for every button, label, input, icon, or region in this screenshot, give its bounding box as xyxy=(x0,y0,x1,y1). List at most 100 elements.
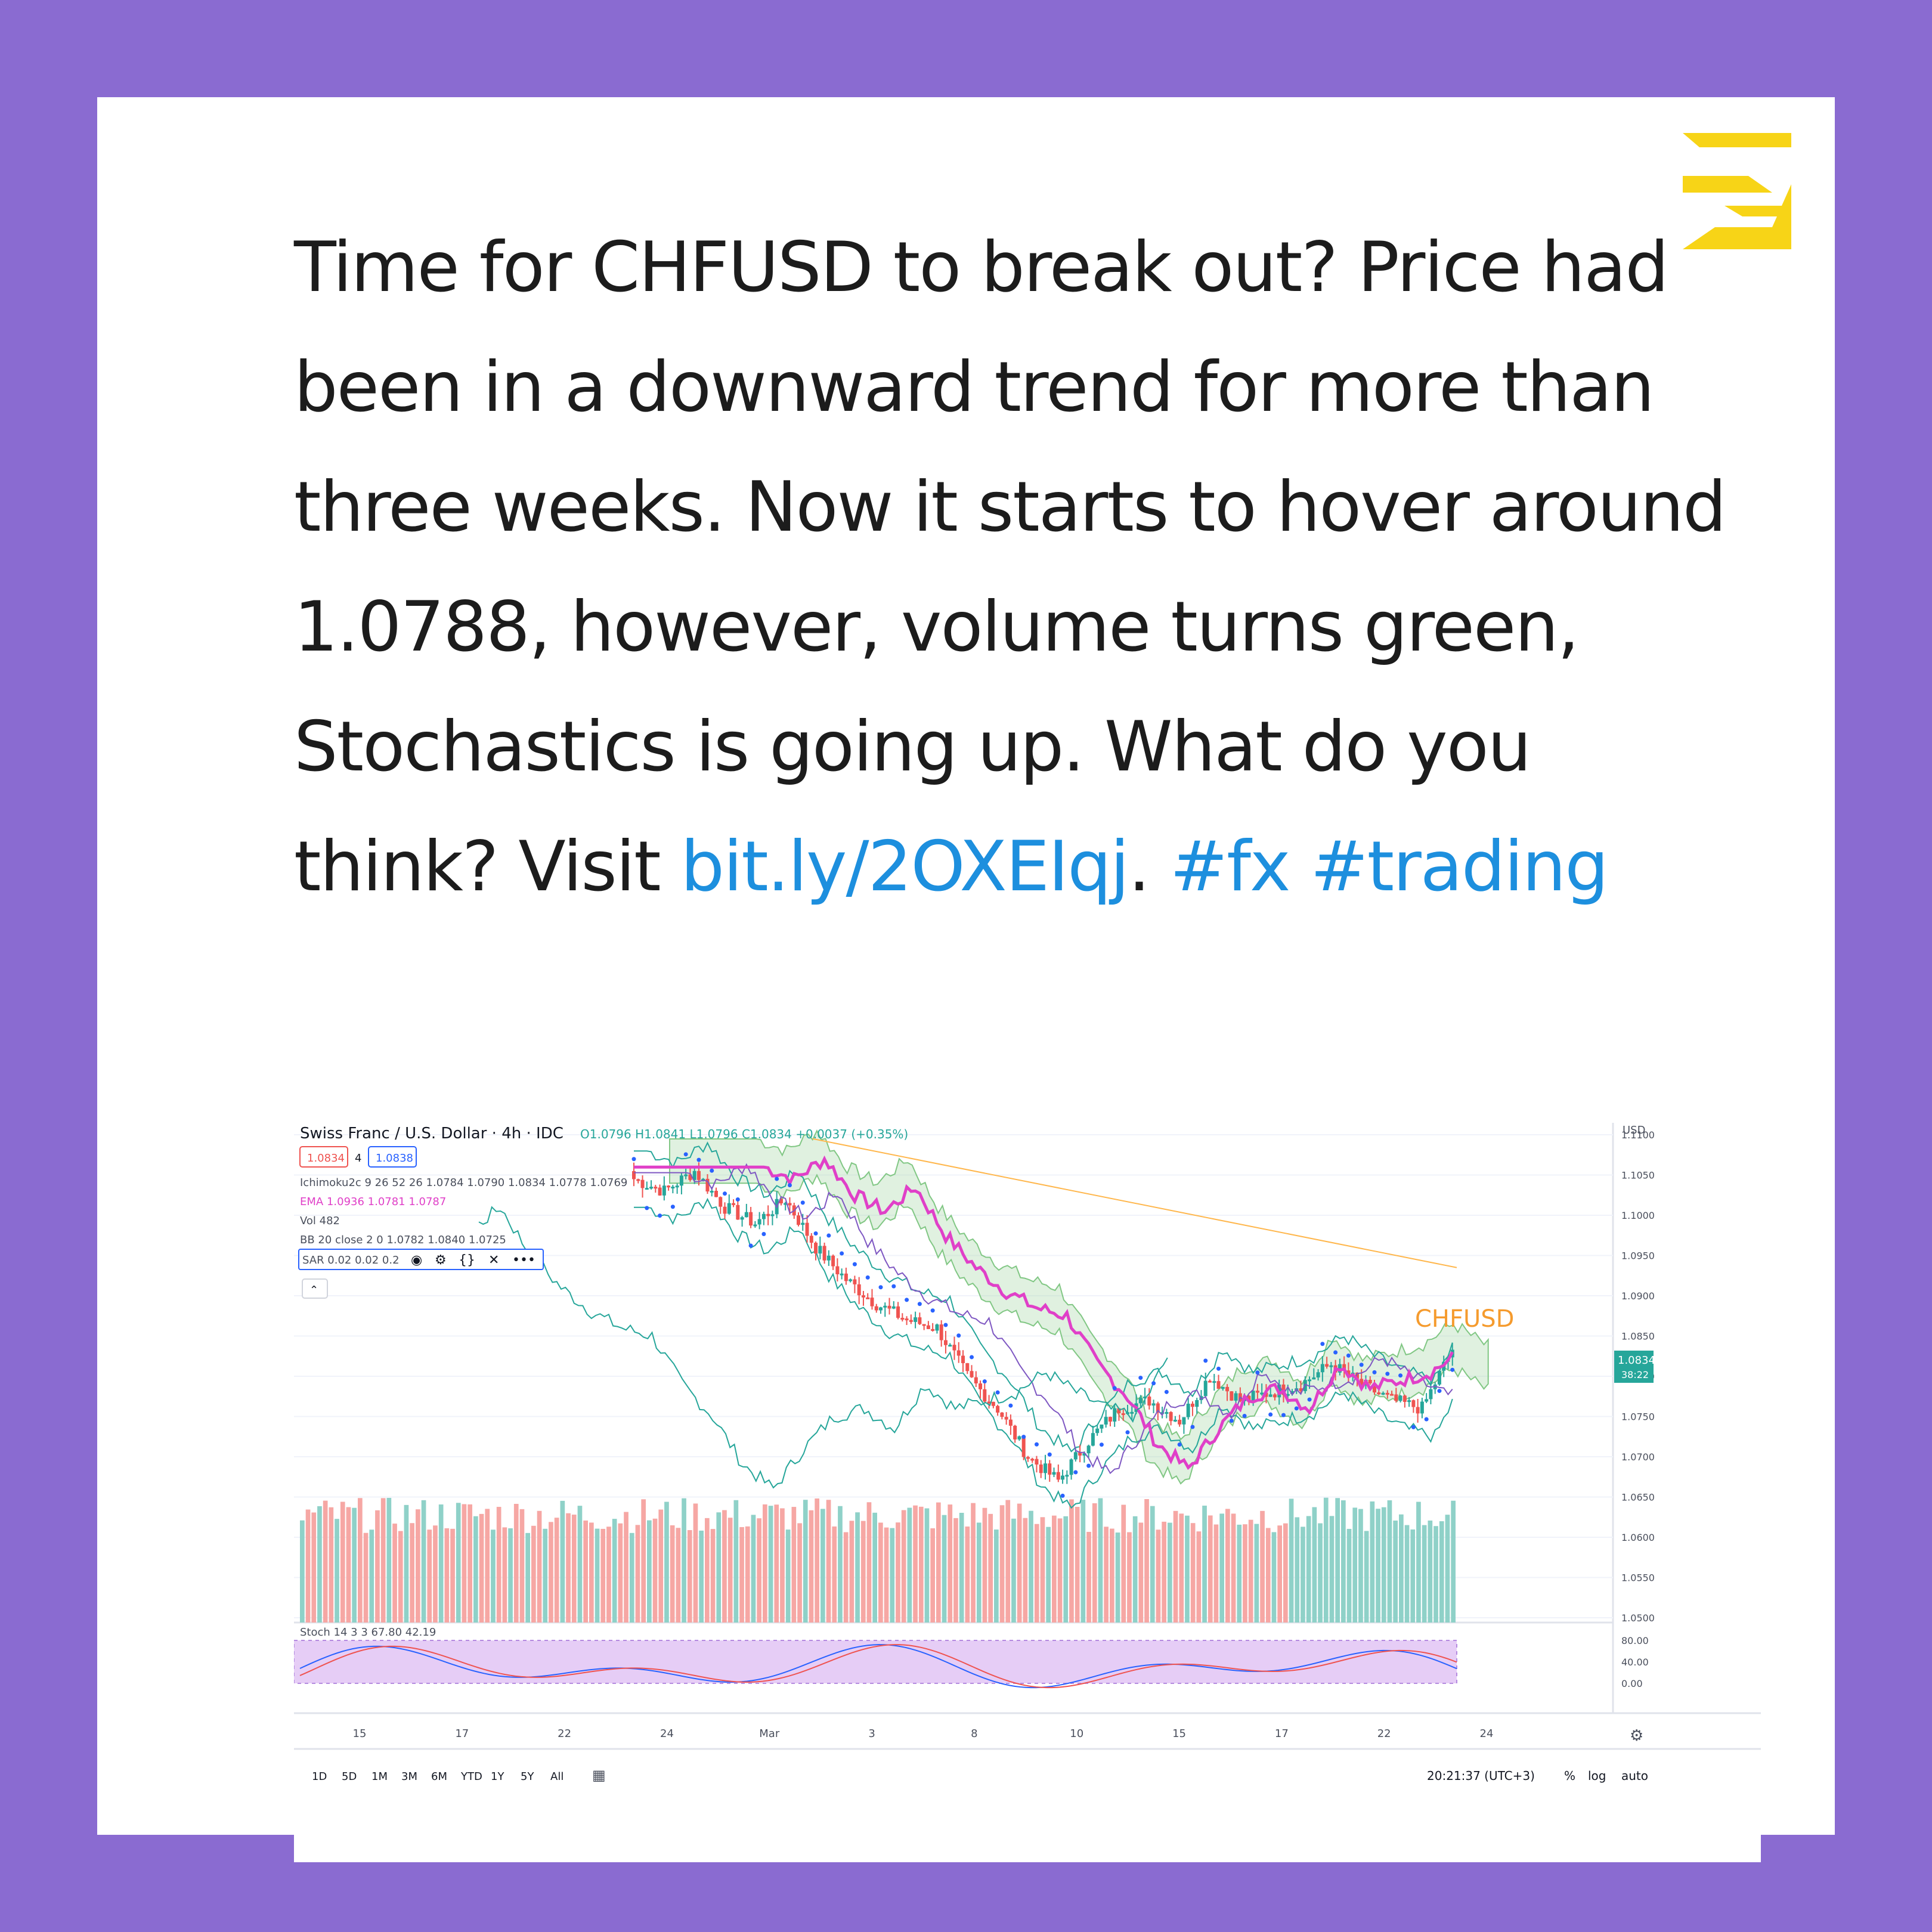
volume-bar xyxy=(901,1510,906,1623)
volume-bar xyxy=(629,1532,634,1623)
volume-bar xyxy=(664,1501,669,1623)
sar-dot xyxy=(995,1390,1000,1395)
sar-dot xyxy=(813,1231,818,1236)
volume-bar xyxy=(1381,1507,1386,1623)
scale-percent[interactable]: % xyxy=(1564,1769,1575,1783)
hashtag-trading[interactable]: #trading xyxy=(1310,826,1608,907)
range-button[interactable]: YTD xyxy=(460,1770,482,1783)
volume-bar xyxy=(705,1518,710,1623)
sar-dot xyxy=(1216,1366,1221,1371)
sar-dot xyxy=(696,1157,701,1162)
range-button[interactable]: 1D xyxy=(312,1770,327,1783)
calendar-icon[interactable]: ▦ xyxy=(592,1767,606,1784)
volume-bar xyxy=(826,1500,831,1623)
candle-body xyxy=(809,1236,813,1243)
buy-price: 1.0838 xyxy=(376,1152,413,1165)
date-tick: 10 xyxy=(1070,1727,1083,1740)
candle-body xyxy=(749,1212,753,1226)
post-link[interactable]: bit.ly/2OXEIqj xyxy=(680,826,1129,907)
range-button[interactable]: 3M xyxy=(401,1770,417,1783)
range-button[interactable]: 5Y xyxy=(521,1770,534,1783)
candle-body xyxy=(1225,1386,1230,1392)
sar-dot xyxy=(905,1298,909,1302)
candle-body xyxy=(696,1171,701,1180)
candle-body xyxy=(801,1222,805,1225)
volume-bar xyxy=(1399,1514,1404,1623)
post-text: Time for CHFUSD to break out? Price had … xyxy=(294,208,1749,927)
range-button[interactable]: 1M xyxy=(371,1770,388,1783)
candle-body xyxy=(1208,1380,1212,1383)
volume-bar xyxy=(1254,1524,1259,1623)
volume-bar xyxy=(1243,1524,1247,1623)
hashtag-fx[interactable]: #fx xyxy=(1170,826,1291,907)
more-icon[interactable]: ••• xyxy=(512,1253,535,1268)
sar-dot xyxy=(1021,1435,1026,1439)
candle-body xyxy=(1008,1419,1013,1426)
sar-dot xyxy=(1164,1389,1169,1394)
sar-dot xyxy=(1034,1442,1039,1447)
candle-body xyxy=(996,1405,1000,1413)
sar-dot xyxy=(1060,1493,1065,1498)
volume-bar xyxy=(641,1499,646,1623)
sar-dot xyxy=(1125,1430,1130,1435)
candle-body xyxy=(684,1174,688,1176)
volume-bar xyxy=(1046,1527,1051,1623)
sar-dot xyxy=(1424,1417,1429,1422)
range-button[interactable]: 1Y xyxy=(491,1770,504,1783)
candle-body xyxy=(788,1203,792,1206)
candle-body xyxy=(1044,1463,1047,1473)
sar-dot xyxy=(956,1333,961,1338)
price-tick: 1.1050 xyxy=(1621,1170,1655,1181)
volume-bar xyxy=(1168,1522,1172,1623)
candle-body xyxy=(736,1205,740,1220)
sar-dot xyxy=(631,1157,636,1162)
scale-log[interactable]: log xyxy=(1588,1769,1606,1783)
volume-bar xyxy=(456,1503,461,1623)
settings-icon[interactable]: ⚙ xyxy=(435,1253,447,1268)
remove-icon[interactable]: ✕ xyxy=(488,1253,499,1268)
sar-dot xyxy=(917,1302,922,1306)
sar-dot xyxy=(658,1213,662,1218)
range-button[interactable]: 5D xyxy=(342,1770,357,1783)
sar-dot xyxy=(645,1206,649,1210)
price-tick: 1.0600 xyxy=(1621,1532,1655,1543)
candle-body xyxy=(1308,1379,1312,1382)
scale-auto[interactable]: auto xyxy=(1621,1769,1648,1783)
candle-body xyxy=(961,1355,965,1364)
volume-bar xyxy=(1017,1503,1022,1623)
volume-bar xyxy=(809,1510,814,1623)
range-button[interactable]: All xyxy=(550,1770,564,1783)
ohlc-readout: O1.0796 H1.0841 L1.0796 C1.0834 +0.0037 … xyxy=(580,1127,908,1141)
candle-body xyxy=(1073,1452,1078,1460)
candle-body xyxy=(866,1297,870,1299)
candle-body xyxy=(662,1185,666,1196)
volume-bar xyxy=(1063,1516,1069,1623)
volume-bar xyxy=(693,1503,698,1623)
volume-bar xyxy=(1104,1527,1109,1623)
volume-bar xyxy=(583,1520,588,1623)
sar-dot xyxy=(982,1379,987,1384)
sar-dot xyxy=(1177,1442,1182,1447)
volume-bar xyxy=(739,1527,744,1623)
candle-body xyxy=(1021,1436,1026,1457)
settings-gear-icon[interactable]: ⚙ xyxy=(1630,1727,1643,1745)
volume-bar xyxy=(496,1507,501,1623)
candle-body xyxy=(814,1243,818,1254)
volume-bar xyxy=(444,1528,450,1623)
candle-body xyxy=(1130,1411,1134,1414)
volume-bar xyxy=(1358,1509,1363,1623)
volume-bar xyxy=(311,1512,317,1623)
volume-bar xyxy=(1138,1522,1144,1623)
source-code-icon[interactable]: {} xyxy=(459,1253,475,1268)
volume-bar xyxy=(763,1504,767,1623)
volume-bar xyxy=(606,1527,611,1623)
sar-dot xyxy=(787,1183,792,1188)
candle-body xyxy=(857,1284,861,1296)
eye-icon[interactable]: ◉ xyxy=(411,1253,422,1268)
candle-body xyxy=(1221,1386,1225,1389)
candle-body xyxy=(1104,1417,1108,1425)
volume-bar xyxy=(727,1518,733,1623)
range-button[interactable]: 6M xyxy=(431,1770,447,1783)
volume-bar xyxy=(953,1518,958,1623)
volume-bar xyxy=(866,1502,872,1623)
